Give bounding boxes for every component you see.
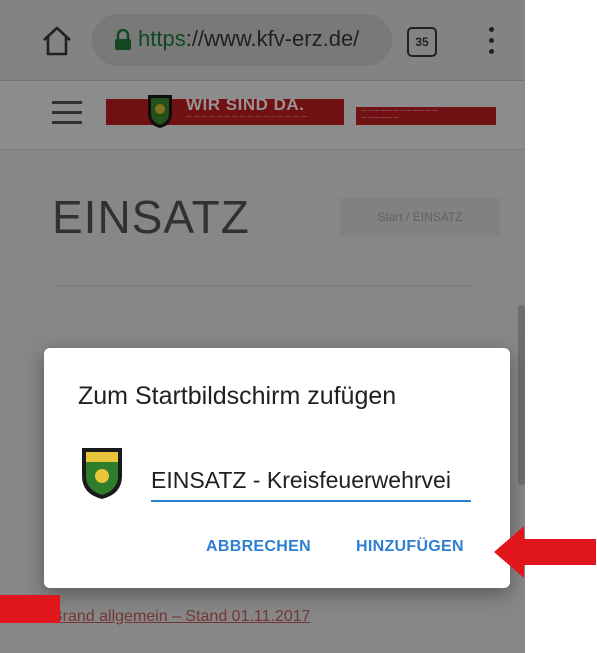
arrow-pointing-document-link [0,595,60,623]
phone-screen: https://www.kfv-erz.de/ 35 WIR SIND DA. … [0,0,525,653]
site-crest-icon [82,448,122,499]
arrow-pointing-add-button [494,526,596,578]
add-button[interactable]: HINZUFÜGEN [356,538,464,556]
dialog-title: Zum Startbildschirm zufügen [78,382,397,410]
add-to-homescreen-dialog: Zum Startbildschirm zufügen ABBRECHEN HI… [44,348,510,588]
shortcut-name-input[interactable] [151,460,471,502]
cancel-button[interactable]: ABBRECHEN [206,538,311,556]
